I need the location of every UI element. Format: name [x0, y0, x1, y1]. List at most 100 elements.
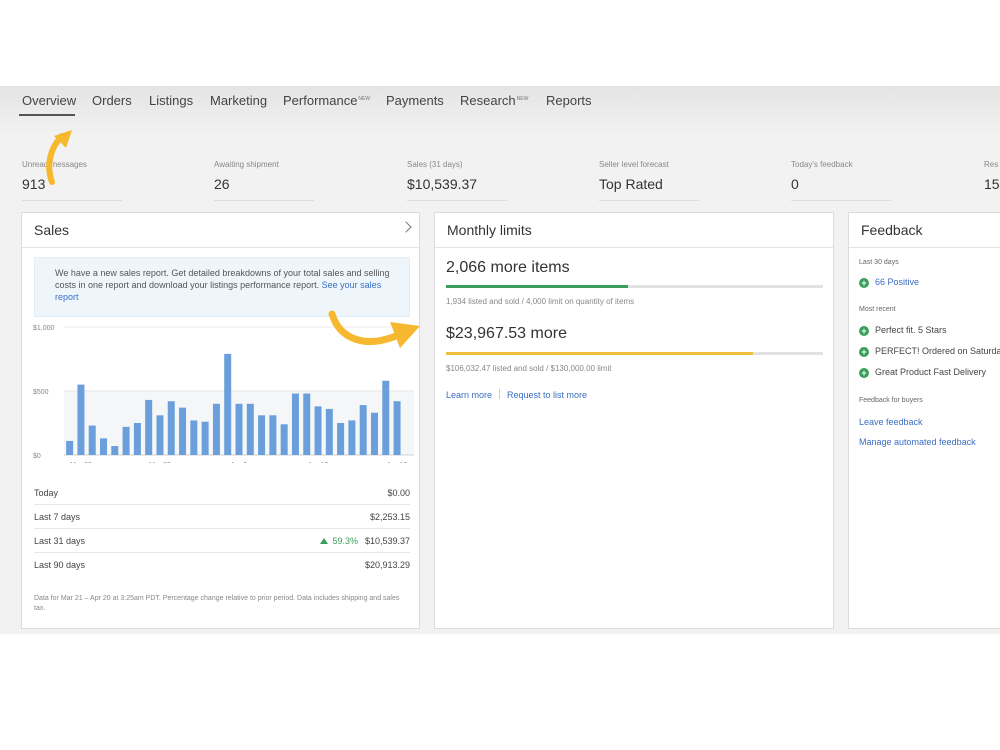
- new-badge: NEW: [358, 95, 371, 102]
- tab-overview[interactable]: Overview: [22, 93, 76, 108]
- bar: [314, 406, 322, 455]
- feedback-for-buyers-label: Feedback for buyers: [859, 397, 923, 404]
- bar: [145, 399, 153, 455]
- bar: [235, 403, 243, 455]
- feedback-card: Feedback Last 30 days +66 Positive Most …: [848, 212, 1000, 629]
- stat-todays-feedback[interactable]: Today's feedback 0: [791, 160, 853, 192]
- sales-card-header[interactable]: Sales: [22, 213, 419, 248]
- positive-feedback-link[interactable]: +66 Positive: [859, 277, 919, 288]
- bar: [370, 412, 378, 455]
- tab-reports[interactable]: Reports: [546, 93, 592, 108]
- sales-card: Sales We have a new sales report. Get de…: [21, 212, 420, 629]
- items-remaining: 2,066 more items: [446, 259, 570, 276]
- change-indicator: 59.3%: [320, 536, 358, 546]
- limits-card-header: Monthly limits: [435, 213, 833, 248]
- amount-detail: $106,032.47 listed and sold / $130,000.0…: [446, 364, 612, 373]
- items-progress-fill: [446, 285, 629, 288]
- bar: [122, 426, 130, 455]
- divider: [22, 200, 122, 201]
- bar: [348, 420, 356, 455]
- y-tick-label: $500: [33, 389, 49, 396]
- request-to-list-more-link[interactable]: Request to list more: [507, 390, 587, 400]
- manage-automated-feedback-link[interactable]: Manage automated feedback: [859, 437, 976, 447]
- learn-more-link[interactable]: Learn more: [446, 390, 492, 400]
- amount-progress-fill: [446, 352, 754, 355]
- sales-summary: Today $0.00 Last 7 days $2,253.15 Last 3…: [34, 481, 410, 577]
- most-recent-label: Most recent: [859, 306, 896, 313]
- bar: [224, 353, 232, 455]
- stat-seller-level[interactable]: Seller level forecast Top Rated: [599, 160, 669, 192]
- recent-feedback-item: + Perfect fit. 5 Stars: [859, 325, 947, 336]
- sales-footnote: Data for Mar 21 – Apr 20 at 3:25am PDT. …: [34, 595, 400, 612]
- bar: [133, 423, 141, 455]
- x-tick-label: Mar 29: [149, 462, 171, 463]
- bar: [359, 405, 367, 455]
- items-detail: 1,934 listed and sold / 4,000 limit on q…: [446, 297, 635, 306]
- bar: [280, 424, 288, 455]
- bar: [167, 401, 175, 455]
- active-tab-indicator: [19, 114, 75, 116]
- tab-research[interactable]: ResearchNEW: [460, 93, 528, 108]
- bar: [201, 421, 209, 455]
- card-title: Feedback: [861, 222, 923, 238]
- bar: [337, 423, 345, 455]
- plus-circle-icon: +: [859, 368, 869, 378]
- bar: [77, 384, 85, 455]
- chevron-right-icon[interactable]: [400, 221, 412, 233]
- x-tick-label: Apr 12: [308, 462, 329, 463]
- bar: [291, 393, 299, 455]
- last-30-days-label: Last 30 days: [859, 259, 899, 266]
- plus-circle-icon: +: [859, 326, 869, 336]
- recent-feedback-item: + PERFECT! Ordered on Saturday: [859, 346, 1000, 357]
- top-nav: Overview Orders Listings Marketing Perfo…: [0, 86, 1000, 118]
- annotation-arrow-right-icon: [328, 310, 420, 348]
- summary-row: Last 7 days $2,253.15: [34, 505, 410, 529]
- seller-hub: Overview Orders Listings Marketing Perfo…: [0, 86, 1000, 634]
- summary-row: Last 90 days $20,913.29: [34, 560, 410, 570]
- divider: [599, 200, 699, 201]
- card-title: Monthly limits: [447, 222, 532, 238]
- y-tick-label: $1,000: [33, 325, 55, 332]
- stat-sales-31-days[interactable]: Sales (31 days) $10,539.37: [407, 160, 477, 192]
- annotation-arrow-up-icon: [46, 130, 72, 185]
- summary-row: Last 31 days 59.3% $10,539.37: [34, 529, 410, 553]
- bar: [269, 415, 277, 455]
- stat-awaiting-shipment[interactable]: Awaiting shipment 26: [214, 160, 279, 192]
- summary-stats: Unread messages 913 Awaiting shipment 26…: [0, 160, 1000, 202]
- bar: [325, 408, 333, 455]
- x-tick-label: Apr 19: [387, 462, 408, 463]
- monthly-limits-card: Monthly limits 2,066 more items 1,934 li…: [434, 212, 834, 629]
- summary-row: Today $0.00: [34, 481, 410, 505]
- bar: [303, 393, 311, 455]
- bar: [246, 403, 254, 455]
- bar: [190, 420, 198, 455]
- triangle-up-icon: [320, 538, 329, 544]
- divider: [499, 389, 501, 399]
- amount-remaining: $23,967.53 more: [446, 325, 567, 342]
- bar: [88, 425, 96, 455]
- tab-payments[interactable]: Payments: [386, 93, 444, 108]
- amount-progress-bar: [446, 352, 823, 355]
- divider: [791, 200, 891, 201]
- stat-partial[interactable]: Res 15: [984, 160, 1000, 192]
- tab-listings[interactable]: Listings: [149, 93, 193, 108]
- divider: [214, 200, 314, 201]
- leave-feedback-link[interactable]: Leave feedback: [859, 417, 923, 427]
- y-tick-label: $0: [33, 453, 41, 460]
- bar: [258, 415, 266, 455]
- x-tick-label: Mar 22: [70, 462, 92, 463]
- tab-orders[interactable]: Orders: [92, 93, 132, 108]
- tab-performance[interactable]: PerformanceNEW: [283, 93, 370, 108]
- bar: [382, 380, 390, 455]
- feedback-card-header: Feedback: [849, 213, 1000, 248]
- plus-circle-icon: +: [859, 347, 869, 357]
- bar: [66, 440, 74, 455]
- bar: [100, 438, 108, 455]
- recent-feedback-item: + Great Product Fast Delivery: [859, 367, 986, 378]
- tab-marketing[interactable]: Marketing: [210, 93, 267, 108]
- bar: [179, 407, 187, 455]
- card-title: Sales: [34, 222, 70, 238]
- new-badge: NEW: [516, 95, 529, 102]
- x-tick-label: Apr 5: [231, 462, 248, 463]
- limits-links: Learn more Request to list more: [446, 389, 587, 400]
